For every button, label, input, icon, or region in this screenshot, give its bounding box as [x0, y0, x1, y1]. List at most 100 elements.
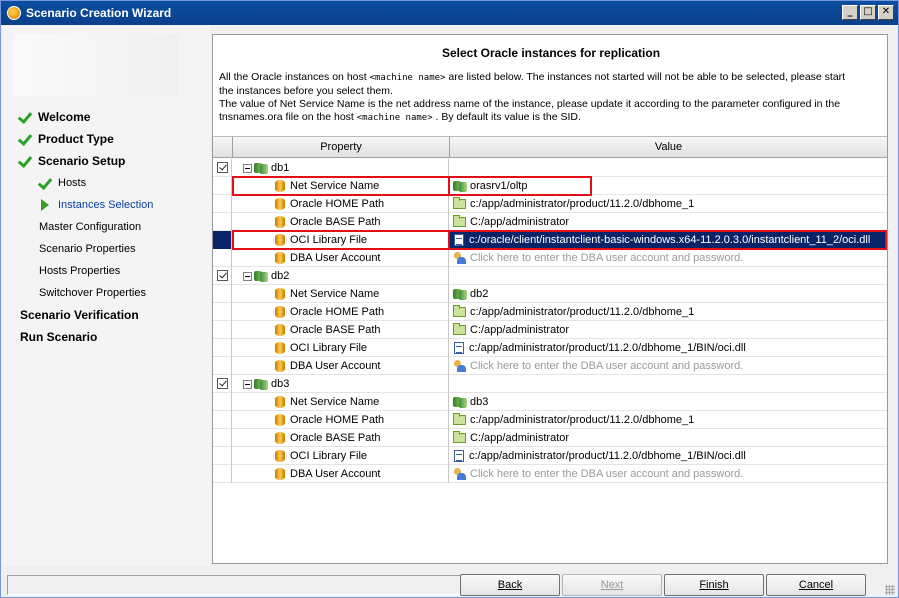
finish-button[interactable]: Finish: [664, 574, 764, 596]
instance-checkbox[interactable]: [217, 378, 228, 389]
minimize-button[interactable]: _: [842, 5, 858, 20]
file-icon: [454, 234, 464, 246]
nav-step-switchover-properties[interactable]: Switchover Properties: [39, 284, 146, 302]
property-value[interactable]: Click here to enter the DBA user account…: [450, 357, 887, 375]
property-value[interactable]: C:/app/administrator: [450, 321, 887, 339]
property-label: DBA User Account: [290, 252, 381, 264]
instance-row-db3[interactable]: db3: [213, 375, 887, 393]
nav-step-label: Run Scenario: [20, 330, 98, 344]
column-header-property[interactable]: Property: [233, 137, 450, 158]
grid-header: Property Value: [213, 137, 887, 158]
property-value-text: Click here to enter the DBA user account…: [470, 252, 744, 264]
collapse-icon[interactable]: [243, 271, 252, 281]
instance-checkbox[interactable]: [217, 270, 228, 281]
nav-step-run-scenario[interactable]: Run Scenario: [20, 328, 97, 346]
oracle-property-icon: [275, 468, 285, 480]
next-button[interactable]: Next: [562, 574, 662, 596]
desc-line-1a: All the Oracle instances on host: [219, 71, 367, 83]
file-icon: [454, 342, 464, 354]
property-label: OCI Library File: [290, 450, 368, 462]
collapse-icon[interactable]: [243, 379, 252, 389]
property-label: Net Service Name: [290, 180, 380, 192]
nav-step-label: Scenario Verification: [20, 308, 139, 322]
property-value[interactable]: c:/app/administrator/product/11.2.0/dbho…: [450, 411, 887, 429]
maximize-button[interactable]: □: [860, 5, 876, 20]
column-header-value[interactable]: Value: [450, 137, 887, 158]
app-logo-icon: [7, 6, 21, 20]
property-row[interactable]: Net Service Name db3: [213, 393, 887, 411]
row-gutter: [213, 465, 232, 483]
folder-icon: [453, 197, 466, 209]
nav-step-hosts-properties[interactable]: Hosts Properties: [39, 262, 120, 280]
property-row[interactable]: Net Service Name orasrv1/oltp: [213, 177, 887, 195]
property-row[interactable]: OCI Library File c:/app/administrator/pro…: [213, 447, 887, 465]
nav-step-scenario-setup[interactable]: Scenario Setup: [18, 152, 125, 170]
property-row[interactable]: Net Service Name db2: [213, 285, 887, 303]
cancel-button[interactable]: Cancel: [766, 574, 866, 596]
property-value[interactable]: c:/app/administrator/product/11.2.0/dbho…: [450, 303, 887, 321]
property-value[interactable]: c:/app/administrator/product/11.2.0/dbho…: [450, 195, 887, 213]
property-value[interactable]: c:/app/administrator/product/11.2.0/dbho…: [450, 447, 887, 465]
row-gutter: [213, 357, 232, 375]
property-value[interactable]: C:/app/administrator: [450, 429, 887, 447]
nav-step-scenario-properties[interactable]: Scenario Properties: [39, 240, 136, 258]
instance-row-db2[interactable]: db2: [213, 267, 887, 285]
check-icon: [18, 154, 32, 168]
nav-step-label: Welcome: [38, 110, 91, 124]
wizard-window: Scenario Creation Wizard _ □ ✕ Welcome Pr…: [0, 0, 899, 598]
property-label: Oracle BASE Path: [290, 216, 381, 228]
nav-step-hosts[interactable]: Hosts: [38, 174, 86, 192]
property-value-text: C:/app/administrator: [470, 216, 570, 228]
current-step-arrow-icon: [38, 198, 52, 212]
property-row[interactable]: DBA User Account Click here to enter the …: [213, 357, 887, 375]
property-row[interactable]: Oracle BASE Path C:/app/administrator: [213, 321, 887, 339]
row-gutter: [213, 429, 232, 447]
row-gutter: [213, 159, 232, 177]
instance-name: db1: [271, 162, 290, 174]
row-gutter: [213, 303, 232, 321]
nav-step-scenario-verification[interactable]: Scenario Verification: [20, 306, 139, 324]
oracle-property-icon: [275, 432, 285, 444]
property-label: Oracle HOME Path: [290, 414, 385, 426]
property-value[interactable]: c:/app/administrator/product/11.2.0/dbho…: [450, 339, 887, 357]
collapse-icon[interactable]: [243, 163, 252, 173]
property-row[interactable]: OCI Library File c:/app/administrator/pro…: [213, 339, 887, 357]
row-gutter: [213, 411, 232, 429]
nav-step-instances-selection[interactable]: Instances Selection: [38, 196, 153, 214]
property-value[interactable]: Click here to enter the DBA user account…: [450, 249, 887, 267]
instance-value-cell: [450, 375, 887, 393]
property-value[interactable]: db2: [450, 285, 887, 303]
property-row[interactable]: OCI Library File c:/oracle/client/instant…: [213, 231, 887, 249]
folder-icon: [453, 413, 466, 425]
property-value-text: db3: [470, 396, 489, 408]
property-label: Oracle BASE Path: [290, 432, 381, 444]
property-value[interactable]: C:/app/administrator: [450, 213, 887, 231]
close-button[interactable]: ✕: [878, 5, 894, 20]
property-label: DBA User Account: [290, 468, 381, 480]
property-row[interactable]: DBA User Account Click here to enter the …: [213, 465, 887, 483]
row-gutter: [213, 375, 232, 393]
oracle-property-icon: [275, 180, 285, 192]
property-label: Oracle HOME Path: [290, 198, 385, 210]
property-row[interactable]: Oracle HOME Path c:/app/administrator/pro…: [213, 195, 887, 213]
property-value[interactable]: db3: [450, 393, 887, 411]
property-row[interactable]: DBA User Account Click here to enter the …: [213, 249, 887, 267]
nav-step-welcome[interactable]: Welcome: [18, 108, 90, 126]
property-row[interactable]: Oracle HOME Path c:/app/administrator/pro…: [213, 411, 887, 429]
instance-checkbox[interactable]: [217, 162, 228, 173]
db-icon: [453, 288, 467, 300]
status-bar: [7, 575, 487, 595]
oracle-property-icon: [275, 216, 285, 228]
property-row[interactable]: Oracle HOME Path c:/app/administrator/pro…: [213, 303, 887, 321]
property-row[interactable]: Oracle BASE Path C:/app/administrator: [213, 213, 887, 231]
property-value[interactable]: orasrv1/oltp: [450, 177, 887, 195]
back-button[interactable]: Back: [460, 574, 560, 596]
finish-label: Finish: [699, 579, 729, 591]
property-value[interactable]: c:/oracle/client/instantclient-basic-win…: [450, 231, 887, 249]
property-row[interactable]: Oracle BASE Path C:/app/administrator: [213, 429, 887, 447]
resize-grip-icon[interactable]: [885, 585, 895, 595]
instance-row-db1[interactable]: db1: [213, 159, 887, 177]
property-value[interactable]: Click here to enter the DBA user account…: [450, 465, 887, 483]
nav-step-master-configuration[interactable]: Master Configuration: [39, 218, 141, 236]
nav-step-product-type[interactable]: Product Type: [18, 130, 114, 148]
